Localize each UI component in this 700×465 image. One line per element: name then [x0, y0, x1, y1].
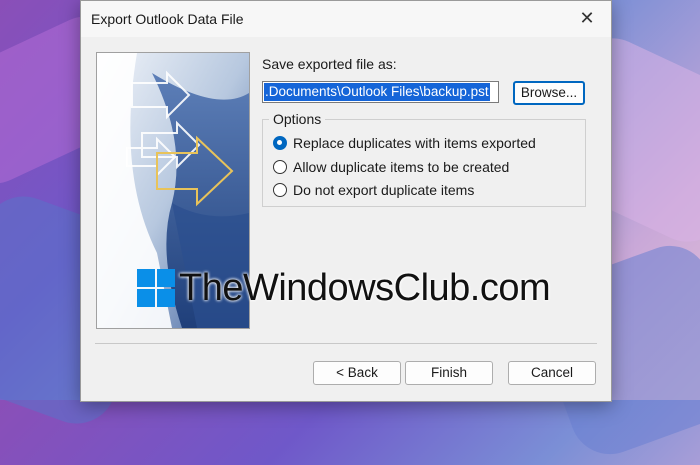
radio-button[interactable]: [273, 160, 287, 174]
cancel-button[interactable]: Cancel: [508, 361, 596, 385]
windows-logo-icon: [137, 269, 175, 307]
title-bar: Export Outlook Data File ✕: [81, 1, 611, 37]
radio-label: Replace duplicates with items exported: [293, 135, 536, 151]
close-icon[interactable]: ✕: [577, 8, 597, 28]
finish-button[interactable]: Finish: [405, 361, 493, 385]
footer-divider: [95, 343, 597, 344]
browse-button[interactable]: Browse...: [513, 81, 585, 105]
radio-label: Allow duplicate items to be created: [293, 159, 510, 175]
radio-label: Do not export duplicate items: [293, 182, 475, 198]
file-path-input[interactable]: .Documents\Outlook Files\backup.pst: [262, 81, 499, 103]
watermark-text: TheWindowsClub.com: [179, 266, 551, 309]
radio-replace-duplicates[interactable]: Replace duplicates with items exported: [273, 134, 536, 152]
export-dialog: Export Outlook Data File ✕ Save exported…: [80, 0, 612, 402]
back-button[interactable]: < Back: [313, 361, 401, 385]
radio-no-export-duplicates[interactable]: Do not export duplicate items: [273, 181, 474, 199]
options-legend: Options: [269, 111, 326, 127]
radio-allow-duplicates[interactable]: Allow duplicate items to be created: [273, 158, 509, 176]
save-as-label: Save exported file as:: [262, 56, 397, 72]
radio-button-selected[interactable]: [273, 136, 287, 150]
file-path-value: .Documents\Outlook Files\backup.pst: [264, 83, 490, 101]
watermark: TheWindowsClub.com: [137, 266, 551, 310]
options-group: Options Replace duplicates with items ex…: [262, 111, 586, 207]
radio-button[interactable]: [273, 183, 287, 197]
dialog-title: Export Outlook Data File: [91, 11, 244, 27]
